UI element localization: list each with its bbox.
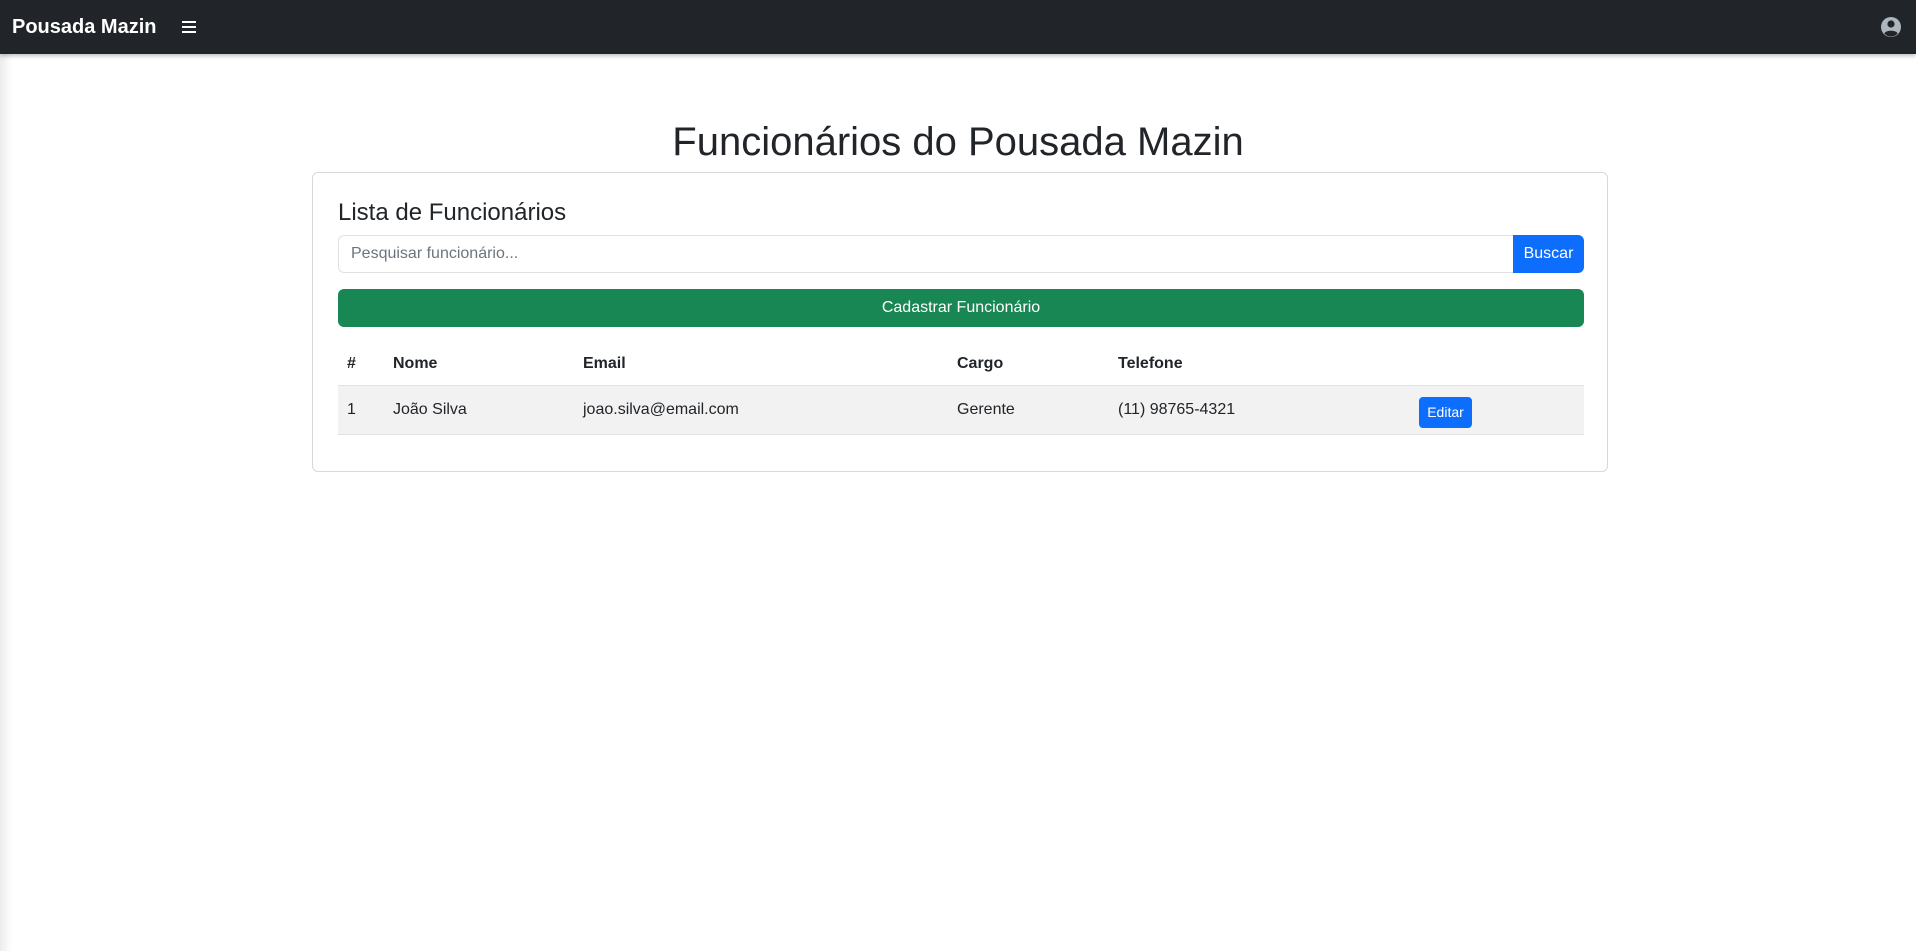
employee-table: # Nome Email Cargo Telefone 1 João Silva… — [338, 343, 1584, 435]
user-circle-icon[interactable] — [1880, 16, 1902, 38]
table-header-row: # Nome Email Cargo Telefone — [338, 343, 1584, 386]
column-header-name: Nome — [384, 343, 574, 386]
employee-list-card: Lista de Funcionários Buscar Cadastrar F… — [312, 172, 1608, 472]
column-header-actions — [1410, 343, 1584, 386]
page-title: Funcionários do Pousada Mazin — [672, 120, 1244, 164]
search-button[interactable]: Buscar — [1513, 235, 1584, 273]
search-input[interactable] — [338, 235, 1513, 273]
cell-name: João Silva — [384, 385, 574, 435]
cell-role: Gerente — [948, 385, 1109, 435]
column-header-phone: Telefone — [1109, 343, 1410, 386]
cell-email: joao.silva@email.com — [574, 385, 948, 435]
column-header-id: # — [338, 343, 384, 386]
sidebar-shadow — [0, 54, 12, 951]
cell-id: 1 — [338, 385, 384, 435]
cell-actions: Editar — [1410, 385, 1584, 435]
column-header-role: Cargo — [948, 343, 1109, 386]
hamburger-icon[interactable] — [180, 17, 198, 37]
edit-button[interactable]: Editar — [1419, 397, 1472, 428]
column-header-email: Email — [574, 343, 948, 386]
table-row: 1 João Silva joao.silva@email.com Gerent… — [338, 385, 1584, 435]
top-navbar: Pousada Mazin — [0, 0, 1916, 54]
register-employee-button[interactable]: Cadastrar Funcionário — [338, 289, 1584, 327]
brand-name[interactable]: Pousada Mazin — [12, 0, 156, 54]
card-title: Lista de Funcionários — [338, 199, 567, 226]
cell-phone: (11) 98765-4321 — [1109, 385, 1410, 435]
